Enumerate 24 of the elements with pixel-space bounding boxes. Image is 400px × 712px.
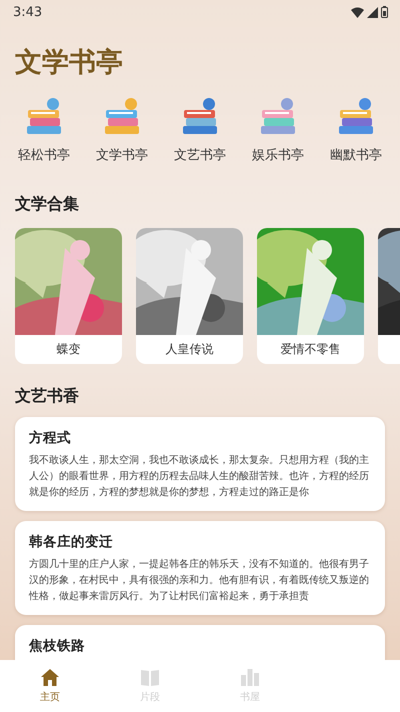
book-title: 爱情不零售 bbox=[280, 341, 340, 358]
bar-chart-icon bbox=[241, 668, 259, 686]
category-button[interactable]: 文艺书亭 bbox=[161, 96, 239, 164]
category-button[interactable]: 文学书亭 bbox=[83, 96, 161, 164]
book-title: 蝶变 bbox=[56, 341, 80, 358]
article-excerpt: 方圆几十里的庄户人家，一提起韩各庄的韩乐天，没有不知道的。他很有男子汉的形象，在村民中，具有很强的亲和力。他有胆有识，有着既传统又叛逆的性格，做起事来雷厉风行。为了让村民们富裕起来，勇于承担责 bbox=[29, 558, 370, 604]
article-excerpt: 我不敢谈人生，那太空洞，我也不敢谈成长，那太复杂。只想用方程（我的主人公）的眼看世界，用方程的历程去品味人生的酸甜苦辣。也许，方程的经历就是你的经历，方程的梦想就是你的梦想，方程走过的路正是你 bbox=[29, 454, 370, 500]
nav-tab[interactable]: 主页 bbox=[0, 660, 100, 712]
signal-icon bbox=[367, 6, 378, 18]
book-icon bbox=[141, 668, 159, 686]
article-title: 方程式 bbox=[29, 430, 71, 447]
category-button[interactable]: 幽默书亭 bbox=[317, 96, 395, 164]
category-button[interactable]: 轻松书亭 bbox=[5, 96, 83, 164]
wifi-icon bbox=[351, 6, 364, 18]
home-icon bbox=[41, 668, 59, 686]
category-button[interactable]: 娱乐书亭 bbox=[239, 96, 317, 164]
article-title: 韩各庄的变迁 bbox=[29, 534, 113, 551]
section-title: 文艺书香 bbox=[15, 386, 79, 407]
status-time: 3:43 bbox=[13, 4, 42, 20]
section-title: 文学合集 bbox=[15, 194, 79, 215]
battery-icon bbox=[381, 6, 388, 18]
app-title: 文学书亭 bbox=[15, 46, 123, 79]
article-title: 焦枝铁路 bbox=[29, 638, 85, 655]
book-title: 人皇传说 bbox=[166, 341, 214, 358]
